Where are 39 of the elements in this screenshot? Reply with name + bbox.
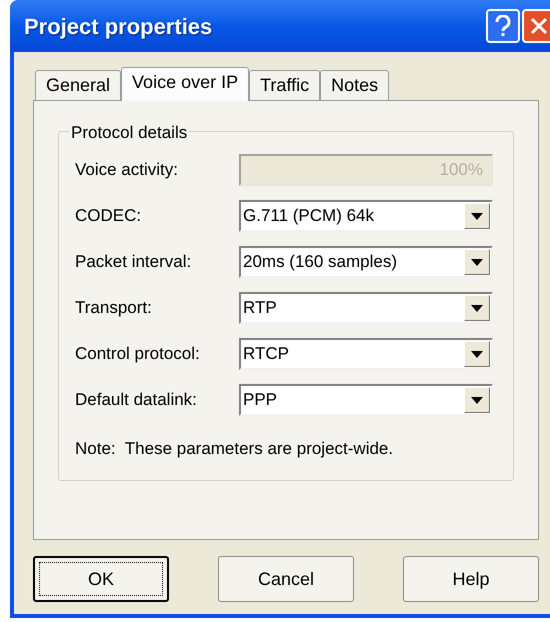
dropdown[interactable]: G.711 (PCM) 64k: [239, 200, 493, 232]
field-label: Voice activity:: [75, 159, 179, 182]
field-label: Default datalink:: [75, 389, 198, 412]
caret-icon: [471, 258, 483, 266]
field-label: Control protocol:: [75, 343, 201, 366]
close-button[interactable]: [522, 9, 550, 43]
dropdown-value: 20ms (160 samples): [242, 251, 398, 274]
help-button[interactable]: [486, 9, 520, 43]
dropdown-arrow-button[interactable]: [464, 249, 490, 275]
dropdown-arrow-button[interactable]: [464, 341, 490, 367]
dropdown-arrow-button[interactable]: [464, 203, 490, 229]
dropdown[interactable]: PPP: [239, 384, 493, 416]
dialog-button[interactable]: Help: [403, 556, 539, 602]
caret-icon: [471, 212, 483, 220]
tab[interactable]: General: [35, 70, 122, 100]
dropdown[interactable]: RTP: [239, 292, 493, 324]
caret-icon: [471, 304, 483, 312]
close-icon: [530, 17, 548, 35]
dropdown-value: G.711 (PCM) 64k: [242, 205, 376, 228]
help-icon: [494, 15, 512, 37]
field-label: Transport:: [75, 297, 153, 320]
window-title: Project properties: [24, 12, 214, 41]
dropdown-value: RTP: [242, 297, 278, 320]
caret-icon: [471, 350, 483, 358]
field-label: Packet interval:: [75, 251, 192, 274]
dropdown[interactable]: 20ms (160 samples): [239, 246, 493, 278]
dropdown-arrow-button[interactable]: [464, 295, 490, 321]
dialog-button[interactable]: OK: [33, 556, 169, 602]
note-text: Note: These parameters are project-wide.: [75, 438, 394, 460]
dropdown-value: RTCP: [242, 343, 290, 366]
caret-icon: [471, 396, 483, 404]
tab[interactable]: Traffic: [249, 70, 320, 100]
field-label: CODEC:: [75, 205, 142, 228]
tab[interactable]: Voice over IP: [121, 67, 250, 101]
dropdown-value: PPP: [242, 389, 278, 412]
dialog-button[interactable]: Cancel: [218, 556, 354, 602]
dropdown[interactable]: RTCP: [239, 338, 493, 370]
tab[interactable]: Notes: [320, 70, 390, 100]
dropdown-arrow-button[interactable]: [464, 387, 490, 413]
